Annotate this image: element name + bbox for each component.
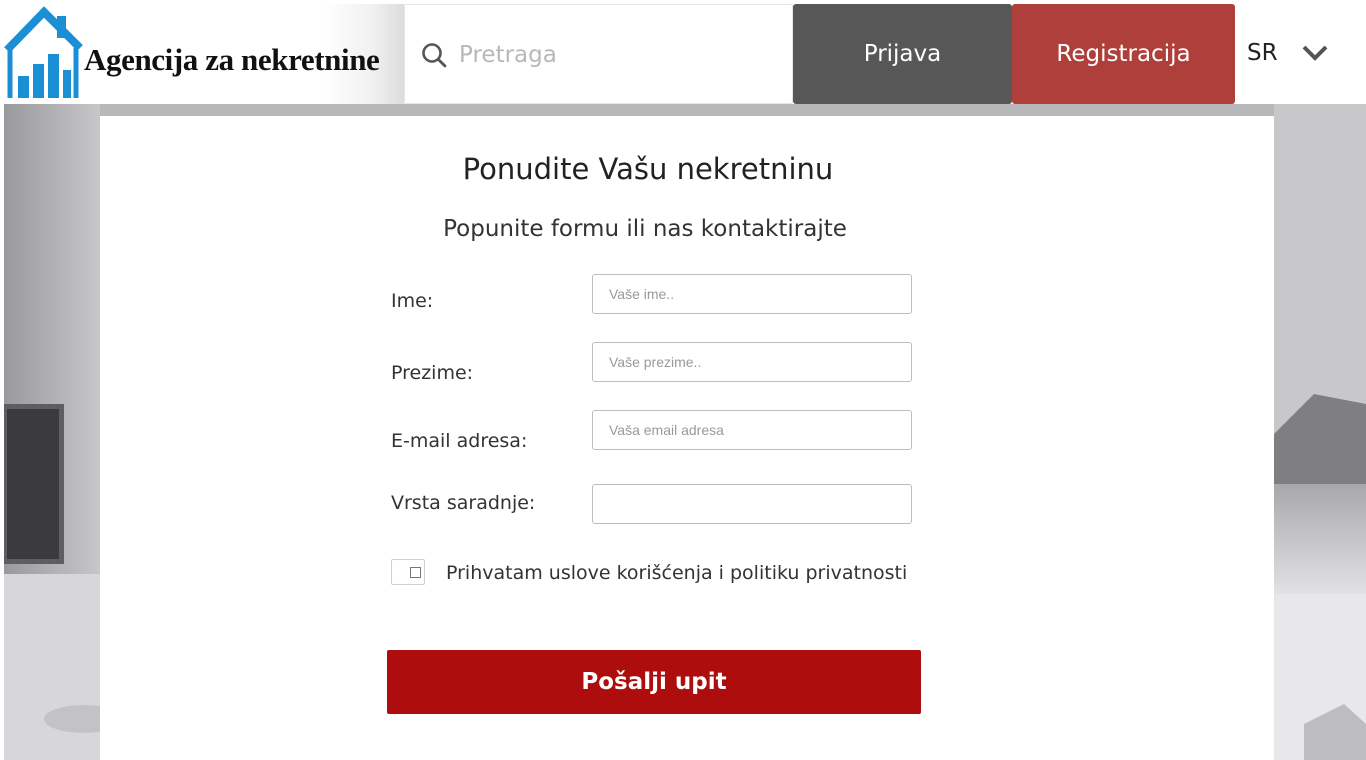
search-input[interactable] xyxy=(459,35,779,75)
submit-inquiry-button[interactable]: Pošalji upit xyxy=(387,650,921,714)
last-name-label: Prezime: xyxy=(391,362,474,384)
register-button[interactable]: Registracija xyxy=(1012,4,1235,104)
search-box[interactable] xyxy=(404,4,793,104)
checkbox-box-icon xyxy=(410,567,421,578)
form-title: Ponudite Vašu nekretninu xyxy=(462,152,834,186)
language-selector[interactable]: SR xyxy=(1235,4,1366,104)
login-button[interactable]: Prijava xyxy=(793,4,1012,104)
site-logo[interactable]: Agencija za nekretnine xyxy=(4,4,404,104)
site-header: Agencija za nekretnine Prijava Registrac… xyxy=(0,0,1366,104)
last-name-input[interactable] xyxy=(592,342,912,382)
chevron-down-icon xyxy=(1302,45,1328,61)
offer-property-form: Ponudite Vašu nekretninu Popunite formu … xyxy=(100,116,1274,760)
email-input[interactable] xyxy=(592,410,912,450)
logo-text: Agencija za nekretnine xyxy=(84,42,380,77)
language-code: SR xyxy=(1247,40,1278,66)
cooperation-type-label: Vrsta saradnje: xyxy=(391,492,536,514)
cooperation-type-input[interactable] xyxy=(592,484,912,524)
search-icon xyxy=(422,43,447,68)
terms-label: Prihvatam uslove korišćenja i politiku p… xyxy=(446,562,908,584)
first-name-input[interactable] xyxy=(592,274,912,314)
form-subtitle: Popunite formu ili nas kontaktirajte xyxy=(443,216,847,242)
first-name-label: Ime: xyxy=(391,290,434,312)
terms-checkbox[interactable] xyxy=(391,559,425,585)
email-label: E-mail adresa: xyxy=(391,430,528,452)
house-chart-logo-icon xyxy=(4,6,83,98)
